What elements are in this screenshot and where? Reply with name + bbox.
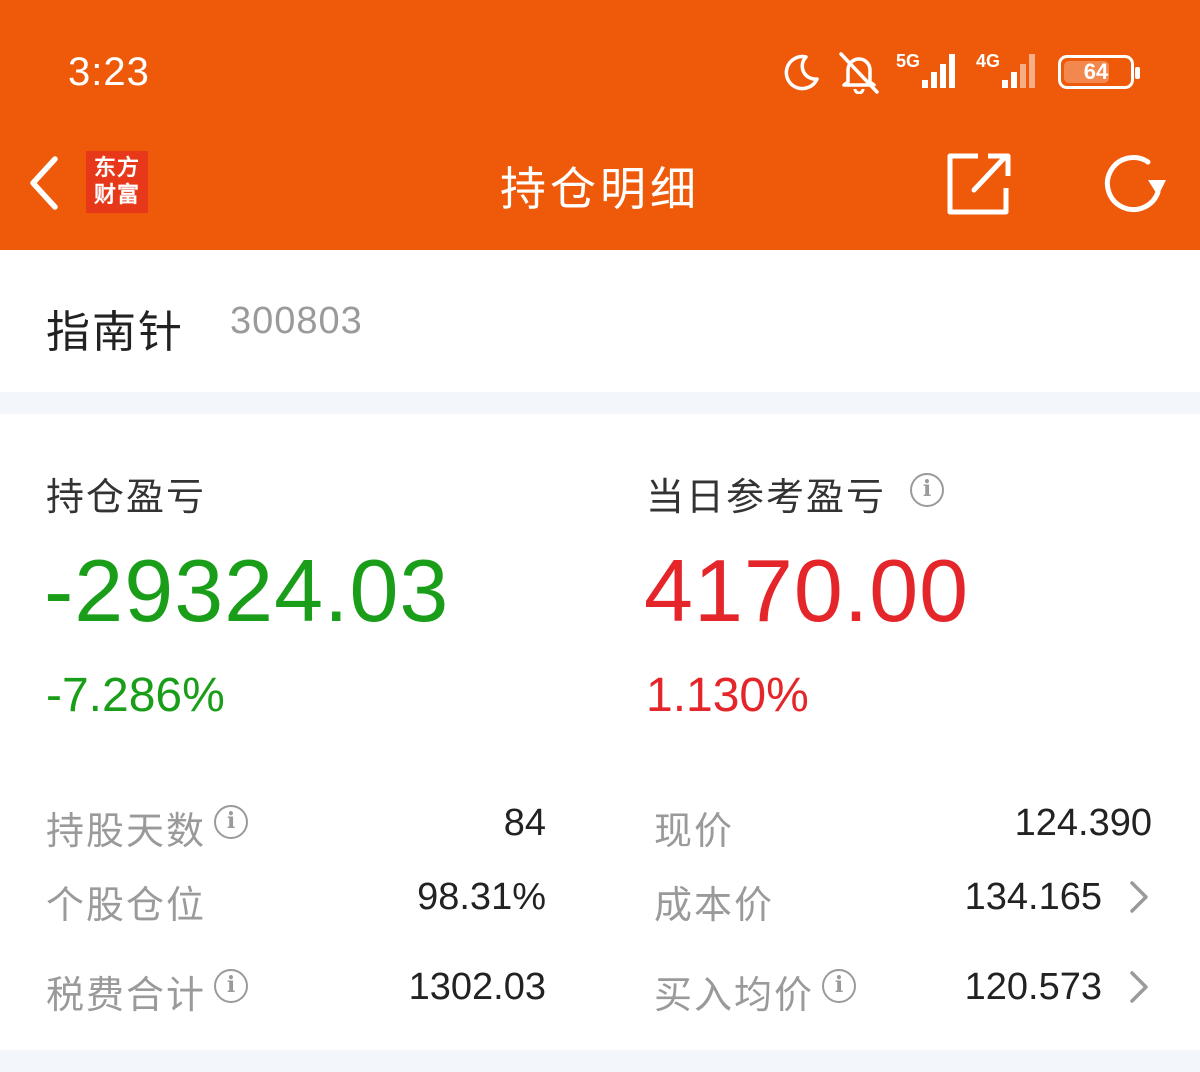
signal-5g-icon: 5G [896,51,955,88]
battery-icon: 64 [1058,55,1140,89]
cost-price-value[interactable]: 134.165 [965,876,1102,919]
day-pl-label: 当日参考盈亏 [646,475,887,519]
cost-price-label[interactable]: 成本价 [654,874,774,929]
info-icon[interactable]: i [214,969,248,1003]
page-title: 持仓明细 [500,162,700,216]
fees-total-value: 1302.03 [408,966,546,1008]
net1-label: 5G [896,51,920,71]
net2-label: 4G [976,51,1000,71]
stock-name: 指南针 [46,307,184,358]
current-price-value: 124.390 [1014,802,1152,844]
day-pl-percent: 1.130% [646,669,809,722]
info-icon[interactable]: i [214,805,248,839]
current-price-label: 现价 [654,809,735,853]
share-icon [947,153,1011,215]
section-divider [0,392,1200,414]
chevron-right-icon[interactable] [1124,877,1154,917]
status-time: 3:23 [68,50,150,94]
share-button[interactable] [944,150,1014,218]
hold-pl-label: 持仓盈亏 [46,475,207,519]
info-icon[interactable]: i [910,473,944,507]
info-icon[interactable]: i [822,969,856,1003]
day-pl-value: 4170.00 [644,541,970,640]
position-ratio-value: 98.31% [417,876,546,918]
signal-4g-icon: 4G [976,51,1035,88]
refresh-icon [1105,155,1166,212]
bell-off-icon [839,52,879,94]
stock-code: 300803 [230,300,363,342]
battery-level: 64 [1083,59,1109,84]
status-icons: 5G 4G 64 [780,50,1140,94]
section-divider [0,1050,1200,1072]
avg-buy-price-value[interactable]: 120.573 [965,966,1102,1009]
refresh-button[interactable] [1096,150,1170,224]
position-ratio-label: 个股仓位 [46,883,207,927]
fees-total-label: 税费合计 [46,973,207,1017]
chevron-right-icon[interactable] [1124,967,1154,1007]
hold-pl-percent: -7.286% [46,669,225,722]
avg-buy-price-label[interactable]: 买入均价 [654,964,814,1019]
hold-days-value: 84 [503,802,546,844]
moon-icon [784,54,819,91]
app-header: 3:23 5G 4G 64 东方 财富 持仓明细 [0,0,1200,250]
hold-pl-value: -29324.03 [44,541,450,640]
hold-days-label: 持股天数 [46,809,207,853]
